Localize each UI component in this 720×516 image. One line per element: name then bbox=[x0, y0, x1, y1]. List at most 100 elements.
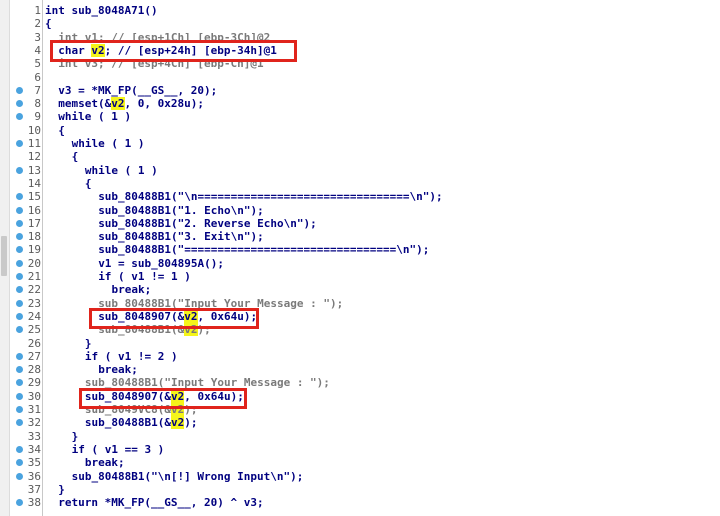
breakpoint-dot-icon[interactable] bbox=[16, 140, 23, 147]
code-line[interactable]: 38 return *MK_FP(__GS__, 20) ^ v3; bbox=[0, 496, 720, 509]
highlighted-variable[interactable]: v2 bbox=[111, 97, 125, 111]
line-number: 28 bbox=[27, 363, 41, 377]
code-line[interactable]: 34 if ( v1 == 3 ) bbox=[0, 443, 720, 456]
breakpoint-dot-icon[interactable] bbox=[16, 379, 23, 387]
code-line[interactable]: 33} bbox=[0, 430, 720, 443]
code-text: sub_80488B1("\n=========================… bbox=[98, 190, 443, 204]
code-line[interactable]: 20 v1 = sub_804895A(); bbox=[0, 257, 720, 270]
code-line[interactable]: 1 int sub_8048A71() bbox=[0, 4, 720, 17]
code-line[interactable]: 15 sub_80488B1("\n=======================… bbox=[0, 190, 720, 203]
line-number: 11 bbox=[27, 137, 41, 150]
code-line[interactable]: 8 memset(&v2, 0, 0x28u); bbox=[0, 97, 720, 111]
code-line[interactable]: 6 bbox=[0, 71, 720, 84]
line-number: 7 bbox=[34, 83, 41, 97]
code-line[interactable]: 21 if ( v1 != 1 ) bbox=[0, 270, 720, 283]
code-text: { bbox=[84, 176, 92, 190]
pseudocode-viewer[interactable]: 1 int sub_8048A71() 2{3 int v1; // [esp+1Ch… bbox=[0, 0, 720, 516]
code-text: sub_80488B1(&v2); bbox=[84, 416, 198, 430]
line-number: 27 bbox=[27, 349, 41, 363]
breakpoint-dot-icon[interactable] bbox=[16, 273, 23, 280]
line-number: 33 bbox=[27, 429, 41, 443]
code-text: if ( v1 == 3 ) bbox=[71, 442, 165, 456]
breakpoint-dot-icon[interactable] bbox=[16, 286, 23, 294]
annotation-box-echo-read bbox=[89, 308, 259, 329]
code-text: int sub_8048A71() bbox=[45, 4, 158, 17]
line-number: 13 bbox=[27, 163, 41, 177]
line-number: 24 bbox=[27, 309, 41, 323]
line-number: 36 bbox=[27, 469, 41, 483]
breakpoint-dot-icon[interactable] bbox=[16, 406, 23, 413]
code-text: sub_80488B1("1. Echo\n"); bbox=[98, 203, 264, 217]
code-line[interactable]: 9 while ( 1 ) bbox=[0, 110, 720, 123]
code-text: while ( 1 ) bbox=[84, 163, 158, 177]
code-line[interactable]: 36 sub_80488B1("\n[!] Wrong Input\n"); bbox=[0, 470, 720, 483]
code-line[interactable]: 2{ bbox=[0, 17, 720, 30]
breakpoint-dot-icon[interactable] bbox=[16, 366, 23, 374]
code-text: v3 = *MK_FP(__GS__, 20); bbox=[58, 83, 218, 97]
breakpoint-dot-icon[interactable] bbox=[16, 326, 23, 334]
line-number: 30 bbox=[27, 389, 41, 403]
line-number: 20 bbox=[27, 256, 41, 270]
code-line[interactable]: 13 while ( 1 ) bbox=[0, 164, 720, 177]
code-line[interactable]: 27 if ( v1 != 2 ) bbox=[0, 350, 720, 363]
code-line[interactable]: 7 v3 = *MK_FP(__GS__, 20); bbox=[0, 84, 720, 97]
line-number: 21 bbox=[27, 270, 41, 283]
code-line[interactable]: 12 { bbox=[0, 150, 720, 163]
code-line[interactable]: 17 sub_80488B1("2. Reverse Echo\n"); bbox=[0, 217, 720, 230]
breakpoint-dot-icon[interactable] bbox=[16, 86, 23, 94]
code-text: break; bbox=[98, 363, 138, 377]
breakpoint-dot-icon[interactable] bbox=[16, 259, 23, 267]
breakpoint-dot-icon[interactable] bbox=[16, 166, 23, 174]
code-line[interactable]: 19 sub_80488B1("=========================… bbox=[0, 243, 720, 256]
code-text: { bbox=[58, 123, 65, 137]
breakpoint-dot-icon[interactable] bbox=[16, 445, 23, 453]
line-number: 35 bbox=[27, 456, 41, 470]
breakpoint-dot-icon[interactable] bbox=[16, 299, 23, 307]
breakpoint-dot-icon[interactable] bbox=[16, 499, 23, 507]
line-number: 8 bbox=[34, 97, 41, 111]
breakpoint-dot-icon[interactable] bbox=[16, 472, 23, 480]
code-line[interactable]: 14 { bbox=[0, 177, 720, 190]
code-text: break; bbox=[84, 456, 125, 470]
code-prefix: sub_80488B1(& bbox=[84, 416, 171, 430]
code-line[interactable]: 28 break; bbox=[0, 363, 720, 376]
line-number: 17 bbox=[27, 216, 41, 230]
code-text: if ( v1 != 1 ) bbox=[98, 270, 191, 283]
code-line[interactable]: 10 { bbox=[0, 124, 720, 137]
line-number: 10 bbox=[27, 123, 41, 137]
breakpoint-dot-icon[interactable] bbox=[16, 100, 23, 108]
code-text: } bbox=[84, 336, 92, 350]
code-text: while ( 1 ) bbox=[58, 110, 132, 124]
breakpoint-dot-icon[interactable] bbox=[16, 246, 23, 254]
breakpoint-dot-icon[interactable] bbox=[16, 459, 23, 467]
breakpoint-dot-icon[interactable] bbox=[16, 193, 23, 201]
line-number: 25 bbox=[27, 323, 41, 337]
line-number: 37 bbox=[27, 482, 41, 496]
code-line[interactable]: 37} bbox=[0, 483, 720, 496]
code-line[interactable]: 32 sub_80488B1(&v2); bbox=[0, 416, 720, 430]
breakpoint-dot-icon[interactable] bbox=[16, 113, 23, 121]
code-text: } bbox=[58, 482, 65, 496]
line-number: 34 bbox=[27, 442, 41, 456]
code-line[interactable]: 22 break; bbox=[0, 283, 720, 296]
breakpoint-dot-icon[interactable] bbox=[16, 392, 23, 400]
line-number: 12 bbox=[27, 150, 41, 164]
code-line[interactable]: 35 break; bbox=[0, 456, 720, 469]
code-line[interactable]: 18 sub_80488B1("3. Exit\n"); bbox=[0, 230, 720, 243]
breakpoint-dot-icon[interactable] bbox=[16, 219, 23, 227]
line-number: 31 bbox=[27, 403, 41, 416]
breakpoint-dot-icon[interactable] bbox=[16, 312, 23, 320]
line-number: 3 bbox=[34, 30, 41, 44]
highlighted-variable[interactable]: v2 bbox=[170, 416, 185, 430]
breakpoint-dot-icon[interactable] bbox=[16, 233, 23, 241]
breakpoint-dot-icon[interactable] bbox=[16, 419, 23, 427]
code-line[interactable]: 11 while ( 1 ) bbox=[0, 137, 720, 150]
code-line[interactable]: 26} bbox=[0, 337, 720, 350]
breakpoint-dot-icon[interactable] bbox=[16, 352, 23, 360]
line-number: 2 bbox=[34, 17, 41, 31]
code-line[interactable]: 16 sub_80488B1("1. Echo\n"); bbox=[0, 204, 720, 217]
line-number: 9 bbox=[34, 110, 41, 124]
code-suffix: ); bbox=[184, 416, 198, 430]
breakpoint-dot-icon[interactable] bbox=[16, 206, 23, 214]
line-number: 26 bbox=[27, 336, 41, 350]
